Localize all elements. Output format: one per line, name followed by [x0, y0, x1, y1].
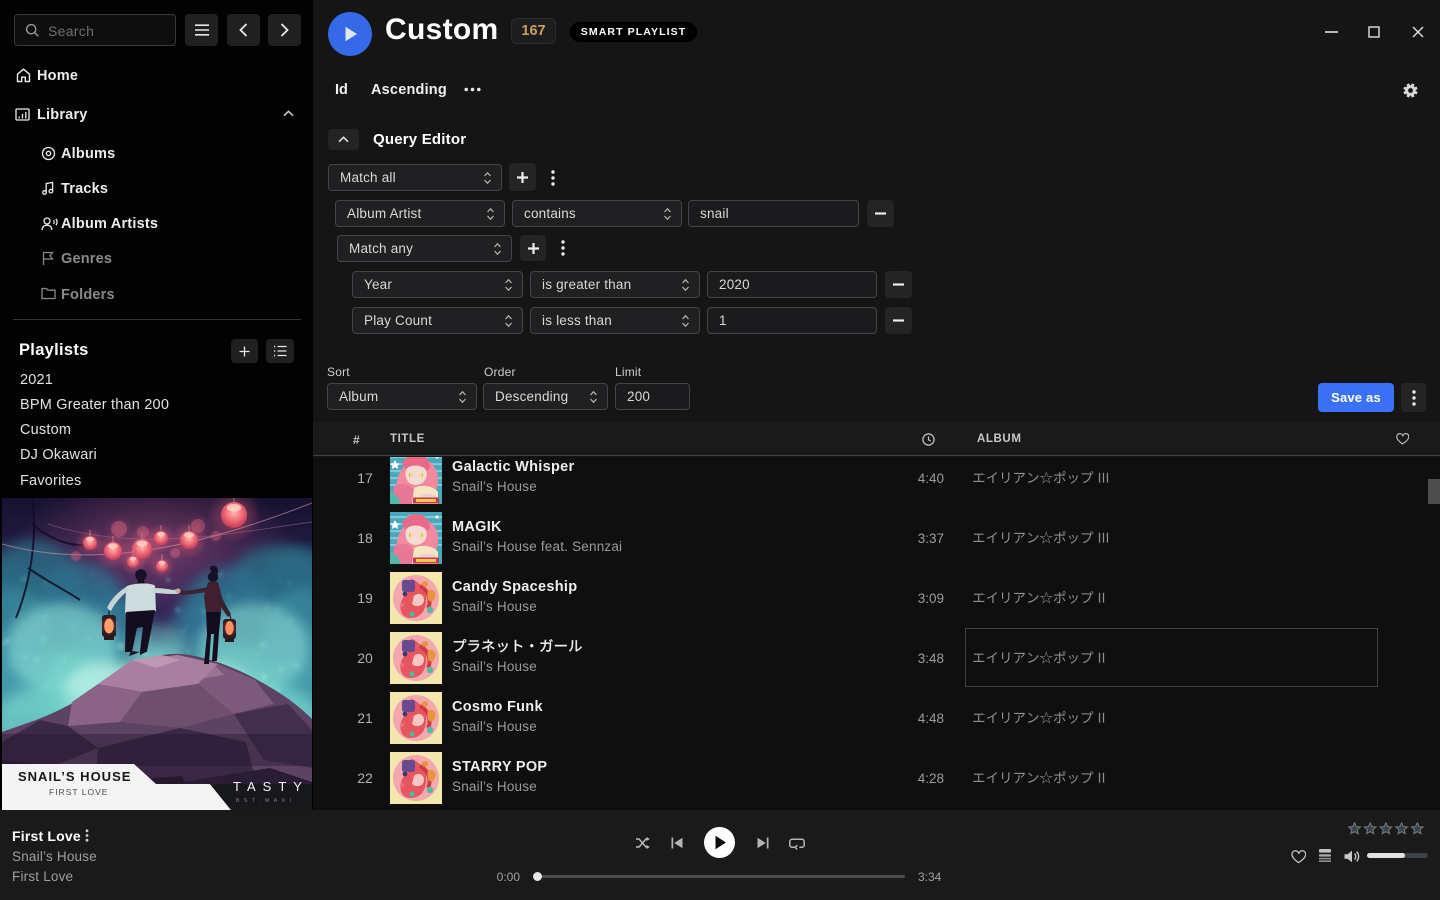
svg-text:TASTY: TASTY: [233, 779, 309, 794]
svg-text:BST.MAXI: BST.MAXI: [236, 798, 296, 804]
svg-text:FIRST LOVE: FIRST LOVE: [49, 787, 108, 797]
svg-text:SNAIL’S HOUSE: SNAIL’S HOUSE: [18, 769, 131, 784]
